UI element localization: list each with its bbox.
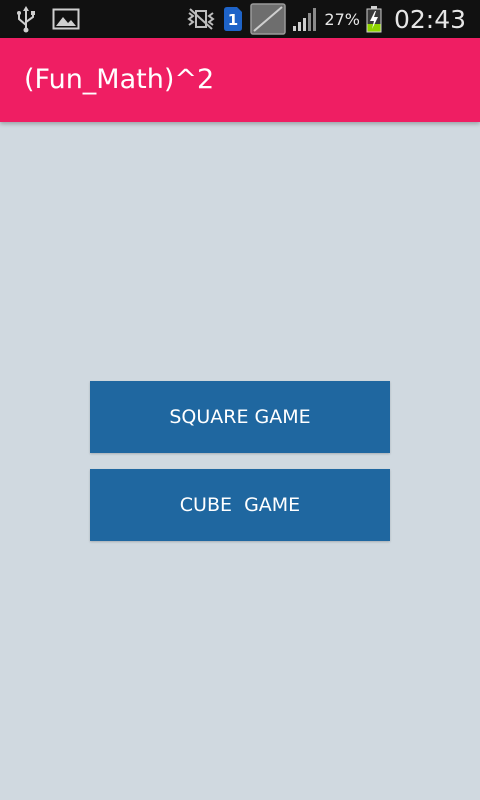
image-icon: [52, 7, 80, 31]
app-bar: (Fun_Math)^2: [0, 38, 480, 122]
no-data-icon: [250, 3, 287, 35]
square-game-button[interactable]: SQUARE GAME: [90, 381, 390, 453]
cube-game-button[interactable]: CUBE GAME: [90, 469, 390, 541]
no-vibrate-icon: [186, 7, 216, 31]
battery-percent: 27%: [324, 9, 360, 29]
sim-icon: 1: [222, 6, 244, 32]
battery-charging-icon: [366, 5, 382, 33]
signal-icon: [292, 6, 318, 32]
usb-icon: [14, 5, 38, 33]
sim-badge: 1: [228, 11, 238, 29]
app-title: (Fun_Math)^2: [24, 64, 215, 95]
clock: 02:43: [393, 4, 466, 34]
system-icons: 1 27% 02:43: [186, 3, 466, 35]
notification-icons: [14, 4, 80, 34]
status-bar: 1 27% 02:43: [0, 0, 480, 38]
